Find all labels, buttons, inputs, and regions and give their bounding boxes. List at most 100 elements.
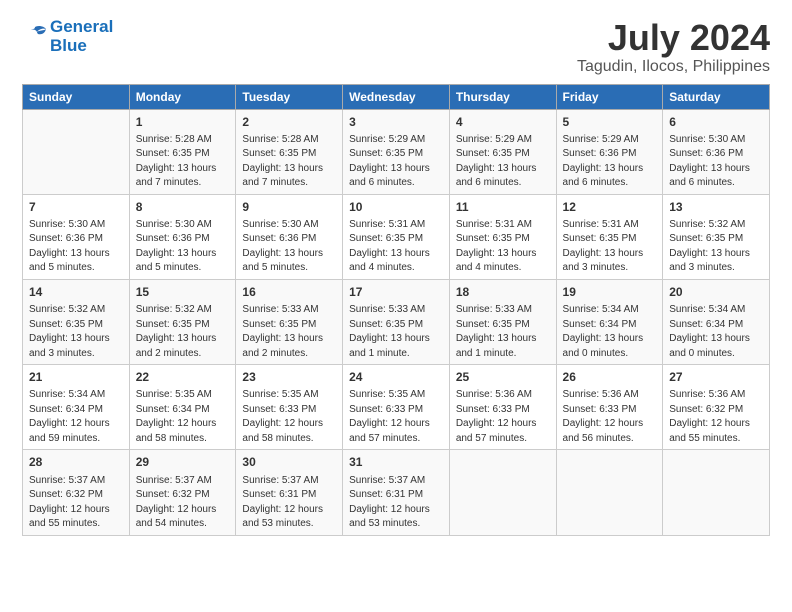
day-number: 18 bbox=[456, 284, 550, 300]
calendar-cell: 4 Sunrise: 5:29 AM Sunset: 6:35 PM Daylig… bbox=[449, 109, 556, 194]
day-number: 1 bbox=[136, 114, 230, 130]
calendar-table: SundayMondayTuesdayWednesdayThursdayFrid… bbox=[22, 84, 770, 536]
day-info: Sunrise: 5:29 AM Sunset: 6:36 PM Dayligh… bbox=[563, 134, 644, 189]
day-info: Sunrise: 5:32 AM Sunset: 6:35 PM Dayligh… bbox=[669, 219, 750, 274]
day-info: Sunrise: 5:33 AM Sunset: 6:35 PM Dayligh… bbox=[349, 304, 430, 359]
day-info: Sunrise: 5:35 AM Sunset: 6:33 PM Dayligh… bbox=[349, 389, 430, 444]
calendar-cell: 14 Sunrise: 5:32 AM Sunset: 6:35 PM Dayli… bbox=[23, 279, 130, 364]
calendar-cell: 16 Sunrise: 5:33 AM Sunset: 6:35 PM Dayli… bbox=[236, 279, 343, 364]
calendar-cell: 18 Sunrise: 5:33 AM Sunset: 6:35 PM Dayli… bbox=[449, 279, 556, 364]
day-info: Sunrise: 5:30 AM Sunset: 6:36 PM Dayligh… bbox=[669, 134, 750, 189]
week-row-2: 7 Sunrise: 5:30 AM Sunset: 6:36 PM Daylig… bbox=[23, 194, 770, 279]
day-info: Sunrise: 5:31 AM Sunset: 6:35 PM Dayligh… bbox=[349, 219, 430, 274]
day-info: Sunrise: 5:31 AM Sunset: 6:35 PM Dayligh… bbox=[456, 219, 537, 274]
day-info: Sunrise: 5:34 AM Sunset: 6:34 PM Dayligh… bbox=[669, 304, 750, 359]
calendar-cell: 5 Sunrise: 5:29 AM Sunset: 6:36 PM Daylig… bbox=[556, 109, 663, 194]
calendar-cell bbox=[449, 450, 556, 535]
calendar-cell: 28 Sunrise: 5:37 AM Sunset: 6:32 PM Dayli… bbox=[23, 450, 130, 535]
day-number: 31 bbox=[349, 454, 443, 470]
calendar-cell: 25 Sunrise: 5:36 AM Sunset: 6:33 PM Dayli… bbox=[449, 365, 556, 450]
day-info: Sunrise: 5:29 AM Sunset: 6:35 PM Dayligh… bbox=[349, 134, 430, 189]
day-number: 10 bbox=[349, 199, 443, 215]
calendar-cell: 3 Sunrise: 5:29 AM Sunset: 6:35 PM Daylig… bbox=[343, 109, 450, 194]
day-number: 24 bbox=[349, 369, 443, 385]
day-number: 29 bbox=[136, 454, 230, 470]
day-info: Sunrise: 5:30 AM Sunset: 6:36 PM Dayligh… bbox=[29, 219, 110, 274]
day-info: Sunrise: 5:33 AM Sunset: 6:35 PM Dayligh… bbox=[456, 304, 537, 359]
calendar-cell: 11 Sunrise: 5:31 AM Sunset: 6:35 PM Dayli… bbox=[449, 194, 556, 279]
logo-line1: General bbox=[50, 18, 113, 37]
day-info: Sunrise: 5:30 AM Sunset: 6:36 PM Dayligh… bbox=[136, 219, 217, 274]
day-info: Sunrise: 5:36 AM Sunset: 6:32 PM Dayligh… bbox=[669, 389, 750, 444]
day-number: 7 bbox=[29, 199, 123, 215]
main-title: July 2024 bbox=[577, 18, 770, 58]
calendar-cell: 29 Sunrise: 5:37 AM Sunset: 6:32 PM Dayli… bbox=[129, 450, 236, 535]
day-number: 11 bbox=[456, 199, 550, 215]
calendar-cell: 10 Sunrise: 5:31 AM Sunset: 6:35 PM Dayli… bbox=[343, 194, 450, 279]
day-info: Sunrise: 5:36 AM Sunset: 6:33 PM Dayligh… bbox=[456, 389, 537, 444]
calendar-cell bbox=[556, 450, 663, 535]
day-number: 26 bbox=[563, 369, 657, 385]
day-info: Sunrise: 5:28 AM Sunset: 6:35 PM Dayligh… bbox=[242, 134, 323, 189]
page: General Blue July 2024 Tagudin, Ilocos, … bbox=[0, 0, 792, 546]
day-info: Sunrise: 5:28 AM Sunset: 6:35 PM Dayligh… bbox=[136, 134, 217, 189]
day-number: 5 bbox=[563, 114, 657, 130]
column-header-monday: Monday bbox=[129, 84, 236, 109]
day-number: 4 bbox=[456, 114, 550, 130]
logo-line2: Blue bbox=[50, 37, 113, 56]
column-header-sunday: Sunday bbox=[23, 84, 130, 109]
column-header-tuesday: Tuesday bbox=[236, 84, 343, 109]
calendar-cell: 1 Sunrise: 5:28 AM Sunset: 6:35 PM Daylig… bbox=[129, 109, 236, 194]
calendar-cell: 23Sunrise: 5:35 AM Sunset: 6:33 PM Dayli… bbox=[236, 365, 343, 450]
day-number: 6 bbox=[669, 114, 763, 130]
calendar-cell: 21Sunrise: 5:34 AM Sunset: 6:34 PM Dayli… bbox=[23, 365, 130, 450]
day-number: 3 bbox=[349, 114, 443, 130]
day-number: 12 bbox=[563, 199, 657, 215]
day-info: Sunrise: 5:32 AM Sunset: 6:35 PM Dayligh… bbox=[136, 304, 217, 359]
calendar-cell: 27 Sunrise: 5:36 AM Sunset: 6:32 PM Dayli… bbox=[663, 365, 770, 450]
day-number: 9 bbox=[242, 199, 336, 215]
calendar-cell: 19Sunrise: 5:34 AM Sunset: 6:34 PM Dayli… bbox=[556, 279, 663, 364]
logo: General Blue bbox=[22, 18, 113, 55]
week-row-3: 14 Sunrise: 5:32 AM Sunset: 6:35 PM Dayli… bbox=[23, 279, 770, 364]
day-info: Sunrise: 5:37 AM Sunset: 6:31 PM Dayligh… bbox=[242, 475, 323, 530]
day-number: 28 bbox=[29, 454, 123, 470]
day-info: Sunrise: 5:32 AM Sunset: 6:35 PM Dayligh… bbox=[29, 304, 110, 359]
day-number: 25 bbox=[456, 369, 550, 385]
day-info: Sunrise: 5:37 AM Sunset: 6:31 PM Dayligh… bbox=[349, 475, 430, 530]
day-number: 30 bbox=[242, 454, 336, 470]
calendar-cell: 12 Sunrise: 5:31 AM Sunset: 6:35 PM Dayli… bbox=[556, 194, 663, 279]
day-number: 17 bbox=[349, 284, 443, 300]
calendar-cell: 24 Sunrise: 5:35 AM Sunset: 6:33 PM Dayli… bbox=[343, 365, 450, 450]
day-number: 16 bbox=[242, 284, 336, 300]
day-info: Sunrise: 5:37 AM Sunset: 6:32 PM Dayligh… bbox=[136, 475, 217, 530]
calendar-cell: 15 Sunrise: 5:32 AM Sunset: 6:35 PM Dayli… bbox=[129, 279, 236, 364]
week-row-5: 28 Sunrise: 5:37 AM Sunset: 6:32 PM Dayli… bbox=[23, 450, 770, 535]
day-info: Sunrise: 5:33 AM Sunset: 6:35 PM Dayligh… bbox=[242, 304, 323, 359]
column-header-saturday: Saturday bbox=[663, 84, 770, 109]
column-header-thursday: Thursday bbox=[449, 84, 556, 109]
day-info: Sunrise: 5:29 AM Sunset: 6:35 PM Dayligh… bbox=[456, 134, 537, 189]
calendar-cell: 20Sunrise: 5:34 AM Sunset: 6:34 PM Dayli… bbox=[663, 279, 770, 364]
calendar-cell: 22Sunrise: 5:35 AM Sunset: 6:34 PM Dayli… bbox=[129, 365, 236, 450]
day-number: 8 bbox=[136, 199, 230, 215]
calendar-cell: 9Sunrise: 5:30 AM Sunset: 6:36 PM Daylig… bbox=[236, 194, 343, 279]
calendar-cell: 31 Sunrise: 5:37 AM Sunset: 6:31 PM Dayli… bbox=[343, 450, 450, 535]
day-info: Sunrise: 5:31 AM Sunset: 6:35 PM Dayligh… bbox=[563, 219, 644, 274]
day-number: 14 bbox=[29, 284, 123, 300]
day-number: 15 bbox=[136, 284, 230, 300]
calendar-cell bbox=[663, 450, 770, 535]
day-info: Sunrise: 5:37 AM Sunset: 6:32 PM Dayligh… bbox=[29, 475, 110, 530]
day-number: 27 bbox=[669, 369, 763, 385]
day-info: Sunrise: 5:35 AM Sunset: 6:34 PM Dayligh… bbox=[136, 389, 217, 444]
week-row-1: 1 Sunrise: 5:28 AM Sunset: 6:35 PM Daylig… bbox=[23, 109, 770, 194]
day-info: Sunrise: 5:36 AM Sunset: 6:33 PM Dayligh… bbox=[563, 389, 644, 444]
logo-bird-icon bbox=[24, 24, 46, 44]
calendar-cell: 13 Sunrise: 5:32 AM Sunset: 6:35 PM Dayli… bbox=[663, 194, 770, 279]
calendar-cell: 8 Sunrise: 5:30 AM Sunset: 6:36 PM Daylig… bbox=[129, 194, 236, 279]
day-number: 13 bbox=[669, 199, 763, 215]
calendar-cell: 2 Sunrise: 5:28 AM Sunset: 6:35 PM Daylig… bbox=[236, 109, 343, 194]
day-number: 19 bbox=[563, 284, 657, 300]
title-block: July 2024 Tagudin, Ilocos, Philippines bbox=[577, 18, 770, 76]
day-number: 2 bbox=[242, 114, 336, 130]
